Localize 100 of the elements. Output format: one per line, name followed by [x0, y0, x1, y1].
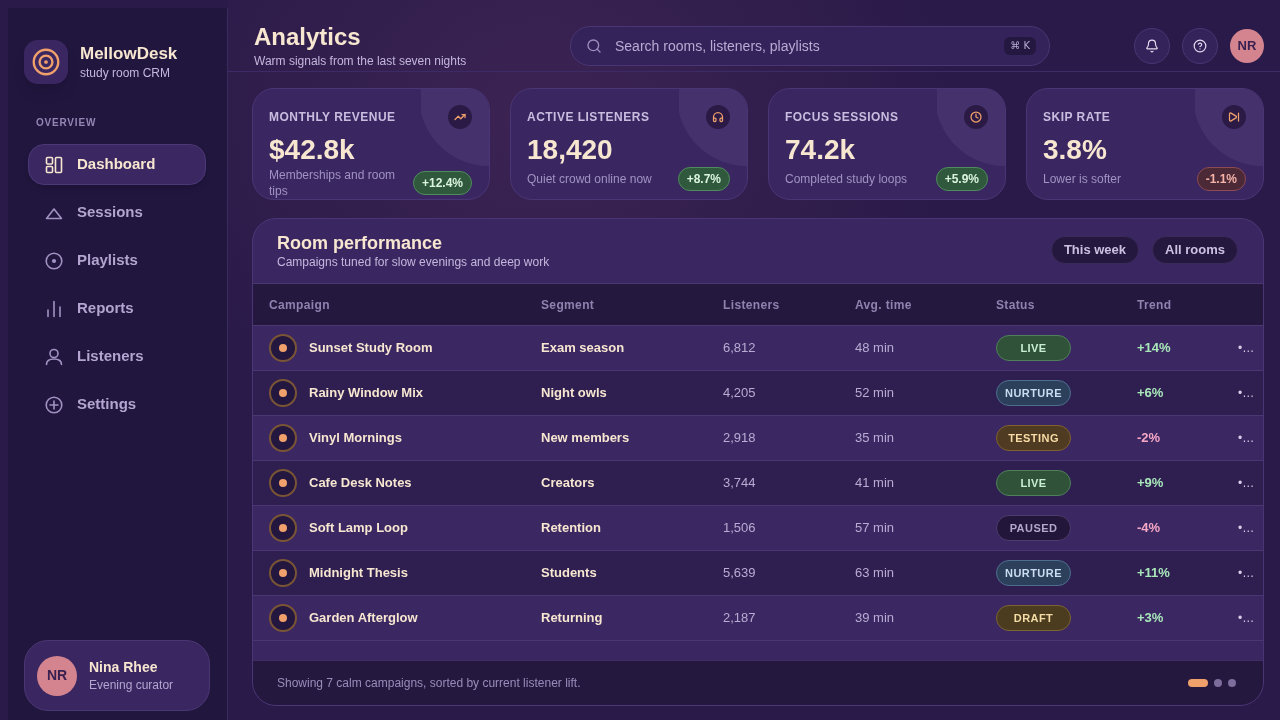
notifications-button[interactable] — [1134, 27, 1170, 64]
status-badge: LIVE — [996, 470, 1071, 496]
campaign-name: Midnight Thesis — [309, 564, 408, 583]
segment-cell-text: Returning — [541, 609, 603, 628]
trend-value: +14% — [1137, 339, 1171, 358]
user-name: Nina Rhee — [89, 657, 159, 676]
more-button[interactable]: •… — [1238, 609, 1255, 627]
filter-chip[interactable]: All rooms — [1152, 236, 1238, 264]
trend-value: +3% — [1137, 609, 1164, 628]
status-badge: DRAFT — [996, 605, 1071, 631]
nav-item[interactable]: Reports — [28, 288, 206, 329]
more-button[interactable]: •… — [1238, 564, 1255, 582]
record-icon — [269, 379, 297, 407]
listeners-cell-text: 5,639 — [723, 564, 756, 583]
user-icon — [45, 347, 63, 366]
status-badge: TESTING — [996, 425, 1071, 451]
campaign-name: Soft Lamp Loop — [309, 519, 408, 538]
filter-chip[interactable]: This week — [1050, 236, 1140, 264]
nav-item[interactable]: Playlists — [28, 240, 206, 281]
campaign-name: Vinyl Mornings — [309, 429, 402, 448]
avg-time-cell-text: 57 min — [855, 519, 895, 538]
kpi-label: SKIP RATE — [1043, 110, 1111, 124]
status-badge: NURTURE — [996, 560, 1071, 586]
avg-time-cell-text: 41 min — [855, 474, 895, 493]
profile-avatar[interactable]: NR — [1230, 28, 1264, 63]
campaign-name: Sunset Study Room — [309, 339, 433, 358]
segment-cell-text: Exam season — [541, 339, 625, 358]
status-badge: LIVE — [996, 335, 1071, 361]
user-avatar: NR — [37, 655, 77, 696]
logo-icon — [24, 40, 68, 84]
kpi-note: Lower is softer — [1043, 171, 1122, 187]
nav-item[interactable]: Dashboard — [28, 144, 206, 185]
trend-value: -4% — [1137, 519, 1161, 538]
column-header: Avg. time — [855, 296, 912, 314]
column-header: Trend — [1137, 296, 1172, 314]
record-icon — [269, 334, 297, 362]
campaign-name: Garden Afterglow — [309, 609, 418, 628]
trend-value: -2% — [1137, 429, 1161, 448]
listeners-cell-text: 4,205 — [723, 384, 756, 403]
column-header: Status — [996, 296, 1035, 314]
listeners-cell-text: 6,812 — [723, 339, 756, 358]
help-icon — [1193, 38, 1207, 53]
avg-time-cell-text: 63 min — [855, 564, 895, 583]
kpi-note: Quiet crowd online now — [527, 171, 652, 187]
avg-time-cell-text: 39 min — [855, 609, 895, 628]
listeners-cell-text: 3,744 — [723, 474, 756, 493]
trend-value: +6% — [1137, 384, 1164, 403]
listeners-cell-text: 2,187 — [723, 609, 756, 628]
nav-item[interactable]: Settings — [28, 384, 206, 425]
more-button[interactable]: •… — [1238, 474, 1255, 492]
kpi-value: 74.2k — [785, 134, 856, 166]
more-button[interactable]: •… — [1238, 339, 1255, 357]
segment-cell-text: Creators — [541, 474, 595, 493]
kpi-value: 18,420 — [527, 134, 613, 166]
more-button[interactable]: •… — [1238, 519, 1255, 537]
record-icon — [269, 469, 297, 497]
more-button[interactable]: •… — [1238, 429, 1255, 447]
delta-badge: +5.9% — [935, 167, 988, 191]
bell-icon — [1145, 38, 1159, 53]
avg-time-cell-text: 52 min — [855, 384, 895, 403]
brand-tagline: study room CRM — [80, 65, 172, 81]
nav-item[interactable]: Listeners — [28, 336, 206, 377]
campaign-name: Rainy Window Mix — [309, 384, 423, 403]
dashboard-icon — [45, 155, 63, 174]
column-header: Segment — [541, 296, 595, 314]
record-icon — [269, 604, 297, 632]
help-button[interactable] — [1182, 27, 1218, 64]
status-badge: NURTURE — [996, 380, 1071, 406]
column-header: Campaign — [269, 296, 330, 314]
kpi-value: 3.8% — [1043, 134, 1107, 166]
brand-name: MellowDesk — [80, 43, 178, 65]
segment-cell-text: New members — [541, 429, 630, 448]
more-button[interactable]: •… — [1238, 384, 1255, 402]
circle-dot-icon — [45, 251, 63, 270]
segment-cell-text: Students — [541, 564, 597, 583]
trend-value: +9% — [1137, 474, 1164, 493]
kpi-value: $42.8k — [269, 134, 355, 166]
section-label: OVERVIEW — [36, 117, 97, 129]
nav-item[interactable]: Sessions — [28, 192, 206, 233]
page-subtitle: Warm signals from the last seven nights — [254, 52, 467, 69]
kpi-label: FOCUS SESSIONS — [785, 110, 899, 124]
segment-cell-text: Retention — [541, 519, 601, 538]
delta-badge: +12.4% — [412, 171, 472, 195]
user-role: Evening curator — [89, 676, 174, 694]
panel-title: Room performance — [277, 232, 443, 254]
trend-value: +11% — [1137, 564, 1170, 583]
segment-cell-text: Night owls — [541, 384, 607, 403]
avg-time-cell-text: 35 min — [855, 429, 895, 448]
delta-badge: +8.7% — [677, 167, 730, 191]
record-icon — [269, 559, 297, 587]
kpi-note: Completed study loops — [785, 171, 908, 187]
status-badge: PAUSED — [996, 515, 1071, 541]
kpi-note: Memberships and room tips — [269, 167, 397, 199]
avg-time-cell-text: 48 min — [855, 339, 895, 358]
user-card[interactable]: NR Nina Rhee Evening curator — [24, 640, 210, 711]
column-header: Listeners — [723, 296, 780, 314]
page-title: Analytics — [254, 22, 361, 51]
campaign-name: Cafe Desk Notes — [309, 474, 412, 493]
listeners-cell-text: 1,506 — [723, 519, 756, 538]
kpi-label: MONTHLY REVENUE — [269, 110, 396, 124]
